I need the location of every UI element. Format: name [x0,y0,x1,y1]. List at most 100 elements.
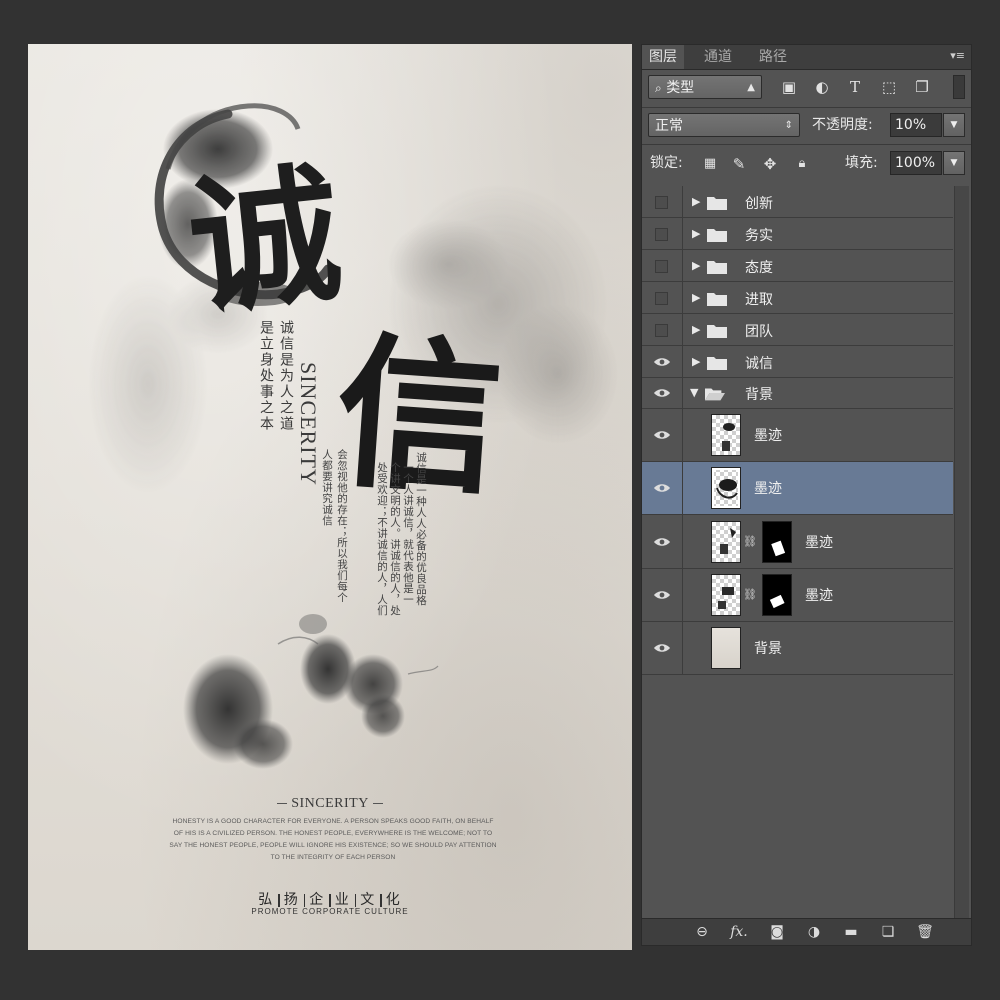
new-group-icon[interactable]: ▬ [841,923,861,941]
layer-group-jinqu[interactable]: ▶ 进取 [642,282,953,314]
layer-name: 墨迹 [754,481,782,497]
poster-canvas: 诚 信 是立身处事之本 诚信是为人之道 SINCERITY 诚信是一种人人必备的… [28,44,632,950]
big-char-cheng: 诚 [181,146,349,337]
lock-transparency-icon[interactable]: ▦ [699,154,721,174]
layer-name: 墨迹 [805,535,833,551]
layer-moji-2-selected[interactable]: 墨迹 [642,462,953,515]
layer-name: 团队 [745,324,773,340]
layer-name: 进取 [745,292,773,308]
adjustment-layer-icon[interactable]: ◑ [804,923,824,941]
filter-toggle-switch[interactable] [953,75,965,99]
collapse-triangle-icon[interactable]: ▼ [690,386,698,399]
layers-scrollbar[interactable] [954,186,969,919]
visibility-toggle[interactable] [655,196,668,209]
layer-moji-4[interactable]: ⛓ 墨迹 [642,569,953,622]
mask-link-icon[interactable]: ⛓ [743,535,757,548]
slogan-column-1: 诚信是为人之道 [278,320,294,432]
subtitle-text: SINCERITY [291,796,369,811]
blend-mode-dropdown[interactable]: 正常 ⇕ [648,113,800,137]
body-column-4: 处受欢迎；不讲诚信的人，人们 [376,462,388,616]
tab-paths[interactable]: 路径 [752,45,794,69]
layer-group-beijing[interactable]: ▼ 背景 [642,378,953,409]
layer-group-chengxin[interactable]: ▶ 诚信 [642,346,953,378]
opacity-dropdown-button[interactable]: ▼ [943,113,965,137]
expand-triangle-icon[interactable]: ▶ [692,227,700,240]
adjustment-filter-icon[interactable]: ◐ [811,77,833,97]
lock-paint-icon[interactable]: ✎ [728,154,750,174]
lock-all-icon[interactable]: 🔒︎ [791,154,813,174]
search-icon: ⌕ [655,81,662,95]
body-column-1: 诚信是一种人人必备的优良品格 [415,452,427,606]
layer-name: 墨迹 [754,428,782,444]
eye-icon[interactable] [654,357,670,367]
fill-label: 填充: [845,155,878,171]
open-folder-icon [705,388,725,401]
link-layers-icon[interactable]: ⊖ [692,923,712,941]
add-mask-icon[interactable]: ◙ [767,923,787,941]
promote-char: 企 [309,892,326,908]
english-paragraph: HONESTY IS A GOOD CHARACTER FOR EVERYONE… [169,818,497,861]
visibility-toggle[interactable] [655,260,668,273]
lock-row: 锁定: ▦ ✎ ✥ 🔒︎ 填充: 100% ▼ [642,149,971,179]
layer-group-wushi[interactable]: ▶ 务实 [642,218,953,250]
promote-culture-en: PROMOTE CORPORATE CULTURE [251,907,409,916]
body-column-2: 一个人讲诚信，就代表他是一 [402,462,414,605]
layer-name: 务实 [745,228,773,244]
tab-layers[interactable]: 图层 [642,45,684,69]
layer-thumbnail [711,414,741,456]
eye-icon[interactable] [654,643,670,653]
layer-name: 背景 [745,387,773,403]
visibility-toggle[interactable] [655,292,668,305]
folder-icon [707,325,727,338]
text-filter-icon[interactable]: T [844,77,866,97]
lock-position-icon[interactable]: ✥ [759,154,781,174]
mask-link-icon[interactable]: ⛓ [743,588,757,601]
filter-kind-dropdown[interactable]: ⌕ 类型 ▲ [648,75,762,99]
eye-icon[interactable] [654,483,670,493]
tab-channels[interactable]: 通道 [697,45,739,69]
dropdown-arrows-icon: ⇕ [784,120,793,131]
expand-triangle-icon[interactable]: ▶ [692,323,700,336]
expand-triangle-icon[interactable]: ▶ [692,355,700,368]
shape-filter-icon[interactable]: ⬚ [878,77,900,97]
fx-icon[interactable]: fx. [729,923,749,941]
layer-thumbnail [711,521,741,563]
expand-triangle-icon[interactable]: ▶ [692,259,700,272]
layer-background[interactable]: 背景 [642,622,953,675]
layer-moji-1[interactable]: 墨迹 [642,409,953,462]
expand-triangle-icon[interactable]: ▶ [692,195,700,208]
eye-icon[interactable] [654,590,670,600]
layer-thumbnail [711,467,741,509]
layer-group-taidu[interactable]: ▶ 态度 [642,250,953,282]
eye-icon[interactable] [654,430,670,440]
promote-culture-cn: 弘扬企业文化 [28,889,632,909]
sincerity-subtitle: SINCERITY [28,796,632,812]
fill-dropdown-button[interactable]: ▼ [943,151,965,175]
eye-icon[interactable] [654,537,670,547]
expand-triangle-icon[interactable]: ▶ [692,291,700,304]
fill-field[interactable]: 100% [890,151,942,175]
delete-icon[interactable]: 🗑︎ [915,923,935,941]
image-filter-icon[interactable]: ▣ [778,77,800,97]
sincerity-vertical-title: SINCERITY [296,362,321,486]
new-layer-icon[interactable]: ❏ [878,923,898,941]
folder-icon [707,261,727,274]
lock-label: 锁定: [650,155,683,171]
smart-object-filter-icon[interactable]: ❐ [911,77,933,97]
layer-mask-thumbnail[interactable] [762,574,792,616]
layer-mask-thumbnail[interactable] [762,521,792,563]
visibility-toggle[interactable] [655,228,668,241]
background-thumbnail [711,627,741,669]
promote-char: 扬 [283,892,300,908]
body-column-3: 个讲文明的人。讲诚信的人，处 [389,462,401,616]
layer-name: 墨迹 [805,588,833,604]
layer-moji-3[interactable]: ⛓ 墨迹 [642,515,953,569]
opacity-field[interactable]: 10% [890,113,942,137]
layer-group-chuangxin[interactable]: ▶ 创新 [642,186,953,218]
dropdown-arrows-icon: ▲ [747,82,755,93]
eye-icon[interactable] [654,388,670,398]
visibility-toggle[interactable] [655,324,668,337]
layers-panel: 图层 通道 路径 ▾≡ ⌕ 类型 ▲ ▣ ◐ T ⬚ ❐ 正常 ⇕ 不透明度: … [641,44,972,946]
panel-menu-icon[interactable]: ▾≡ [950,49,965,62]
layer-group-tuandui[interactable]: ▶ 团队 [642,314,953,346]
